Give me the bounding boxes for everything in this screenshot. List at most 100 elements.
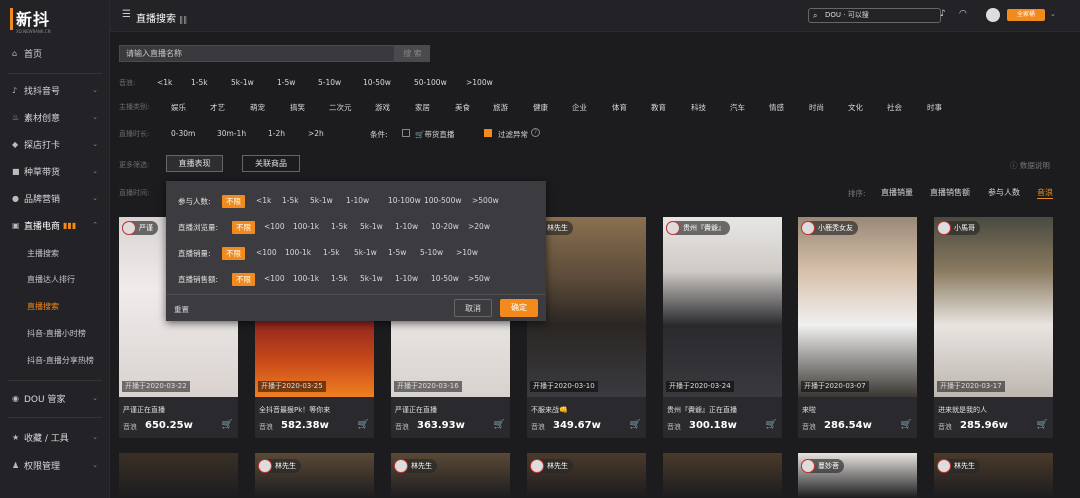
sidebar-item-material[interactable]: ♨ 素材创意 ⌄ <box>0 106 110 128</box>
filter-option-category[interactable]: 游戏 <box>375 102 390 113</box>
cart-icon[interactable]: 🛒 <box>494 420 505 430</box>
host-badge[interactable]: 严谨 <box>122 221 158 235</box>
filter-option-category[interactable]: 社会 <box>887 102 902 113</box>
popup-option[interactable]: 5k-1w <box>310 196 333 205</box>
popup-option[interactable]: 10-100w <box>388 196 421 205</box>
live-cover-image[interactable]: 小鹿秃女友 开播于2020-03-07 <box>798 217 917 397</box>
filter-option-category[interactable]: 美食 <box>455 102 470 113</box>
logo[interactable]: 新抖 XD.NEWRANK.CN <box>10 6 96 34</box>
popup-option[interactable]: <100 <box>264 274 285 283</box>
popup-option[interactable]: >10w <box>456 248 478 257</box>
popup-option[interactable]: >50w <box>468 274 490 283</box>
popup-option[interactable]: 10-50w <box>431 274 459 283</box>
filter-option-yinlang[interactable]: 5k-1w <box>231 78 254 87</box>
data-note-link[interactable]: ⓘ 数据说明 <box>1010 160 1050 171</box>
live-card[interactable]: 小馬哥 开播于2020-03-17 进来就是我的人 音浪 285.96w 🛒 <box>934 217 1053 438</box>
checkbox-filter-abnormal[interactable] <box>484 129 492 137</box>
popup-option[interactable]: 100-500w <box>424 196 461 205</box>
help-icon[interactable]: ? <box>531 128 540 137</box>
cart-icon[interactable]: 🛒 <box>630 420 641 430</box>
host-badge[interactable]: 林先生 <box>394 459 437 473</box>
live-search-input[interactable]: 请输入直播名称 <box>119 45 395 62</box>
popup-option[interactable]: 5k-1w <box>360 274 383 283</box>
popup-option[interactable]: 1-10w <box>395 222 418 231</box>
filter-option-category[interactable]: 情感 <box>769 102 784 113</box>
plan-badge[interactable]: 全家桶 <box>1007 9 1045 21</box>
filter-option-category[interactable]: 搞笑 <box>290 102 305 113</box>
popup-option[interactable]: 1-5k <box>331 222 348 231</box>
popup-option[interactable]: 不限 <box>222 195 245 208</box>
live-card[interactable]: 林先生 <box>255 453 374 498</box>
filter-option-category[interactable]: 萌宠 <box>250 102 265 113</box>
host-badge[interactable]: 林先生 <box>937 459 980 473</box>
popup-reset[interactable]: 重置 <box>174 304 189 315</box>
popup-option[interactable]: >500w <box>472 196 499 205</box>
host-badge[interactable]: 贵州『賫爺』 <box>666 221 730 235</box>
live-card[interactable]: 蔓妙菩 <box>798 453 917 498</box>
sidebar-sub-anchor-search[interactable]: 主播搜索 <box>27 248 59 259</box>
avatar[interactable] <box>986 8 1000 22</box>
sidebar-item-live[interactable]: ▣ 直播电商 ▮▮▮ ⌃ <box>0 214 110 236</box>
popup-option[interactable]: 不限 <box>232 273 255 286</box>
popup-confirm-button[interactable]: 确定 <box>500 299 538 317</box>
search-button[interactable]: 搜 索 <box>395 45 430 62</box>
popup-option[interactable]: >20w <box>468 222 490 231</box>
sidebar-item-goods[interactable]: ■ 种草带货 ⌄ <box>0 160 110 182</box>
filter-option-yinlang[interactable]: 10-50w <box>363 78 391 87</box>
sort-revenue[interactable]: 直播销售额 <box>930 187 970 198</box>
popup-option[interactable]: 不限 <box>222 247 245 260</box>
filter-option-duration[interactable]: >2h <box>308 129 324 138</box>
filter-option-yinlang[interactable]: 1-5w <box>277 78 295 87</box>
filter-option-yinlang[interactable]: 1-5k <box>191 78 208 87</box>
live-card[interactable]: 林先生 <box>391 453 510 498</box>
host-badge[interactable]: 小鹿秃女友 <box>801 221 858 235</box>
sort-sales[interactable]: 直播销量 <box>881 187 913 198</box>
filter-option-category[interactable]: 旅游 <box>493 102 508 113</box>
sidebar-item-favorites[interactable]: ★ 收藏 / 工具 ⌄ <box>0 426 110 448</box>
headset-icon[interactable]: ◠ <box>959 9 967 19</box>
sidebar-sub-hour-rank[interactable]: 抖音-直播小时榜 <box>27 328 86 339</box>
host-badge[interactable]: 小馬哥 <box>937 221 980 235</box>
cart-icon[interactable]: 🛒 <box>1037 420 1048 430</box>
sidebar-sub-share-rank[interactable]: 抖音-直播分享热榜 <box>27 355 94 366</box>
popup-option[interactable]: 1-10w <box>395 274 418 283</box>
filter-option-duration[interactable]: 1-2h <box>268 129 285 138</box>
menu-icon[interactable]: ☰ <box>122 9 131 20</box>
live-card[interactable]: 贵州『賫爺』 开播于2020-03-24 贵州『賫爺』正在直播 音浪 300.18w 🛒 <box>663 217 782 438</box>
popup-option[interactable]: 1-5k <box>331 274 348 283</box>
sidebar-item-store[interactable]: ◆ 探店打卡 ⌄ <box>0 133 110 155</box>
live-cover-image[interactable]: 贵州『賫爺』 开播于2020-03-24 <box>663 217 782 397</box>
sort-yinlang[interactable]: 音浪 <box>1037 187 1053 199</box>
popup-cancel-button[interactable]: 取消 <box>454 299 492 317</box>
popup-option[interactable]: 5k-1w <box>360 222 383 231</box>
filter-option-yinlang[interactable]: <1k <box>157 78 172 87</box>
live-card[interactable] <box>663 453 782 498</box>
cart-icon[interactable]: 🛒 <box>901 420 912 430</box>
live-card[interactable]: 小鹿秃女友 开播于2020-03-07 来啦 音浪 286.54w 🛒 <box>798 217 917 438</box>
popup-option[interactable]: 1-5k <box>323 248 340 257</box>
sidebar-item-home[interactable]: ⌂ 首页 <box>0 42 110 64</box>
filter-option-category[interactable]: 才艺 <box>210 102 225 113</box>
filter-option-category[interactable]: 企业 <box>572 102 587 113</box>
filter-option-category[interactable]: 文化 <box>848 102 863 113</box>
filter-option-category[interactable]: 娱乐 <box>171 102 186 113</box>
cart-icon[interactable]: 🛒 <box>766 420 777 430</box>
popup-option[interactable]: 1-10w <box>346 196 369 205</box>
sidebar-item-find-account[interactable]: ♪ 找抖音号 ⌄ <box>0 79 110 101</box>
live-card[interactable]: 林先生 <box>934 453 1053 498</box>
filter-option-duration[interactable]: 0-30m <box>171 129 195 138</box>
sidebar-item-dou[interactable]: ◉ DOU 管家 ⌄ <box>0 387 110 409</box>
live-card[interactable]: 林先生 <box>527 453 646 498</box>
host-badge[interactable]: 林先生 <box>258 459 301 473</box>
popup-option[interactable]: <1k <box>256 196 271 205</box>
checkbox-filter-abnormal-label[interactable]: 过滤异常 <box>498 129 528 140</box>
tiktok-icon[interactable]: ♪ <box>940 9 946 19</box>
popup-option[interactable]: 不限 <box>232 221 255 234</box>
cart-icon[interactable]: 🛒 <box>222 420 233 430</box>
checkbox-goods-live-label[interactable]: 🛒带货直播 <box>415 129 454 140</box>
popup-option[interactable]: 100-1k <box>293 274 319 283</box>
filter-option-category[interactable]: 家居 <box>415 102 430 113</box>
popup-option[interactable]: 5-10w <box>420 248 443 257</box>
btn-live-performance[interactable]: 直播表现 <box>166 155 223 172</box>
sidebar-item-permission[interactable]: ♟ 权限管理 ⌄ <box>0 454 110 476</box>
